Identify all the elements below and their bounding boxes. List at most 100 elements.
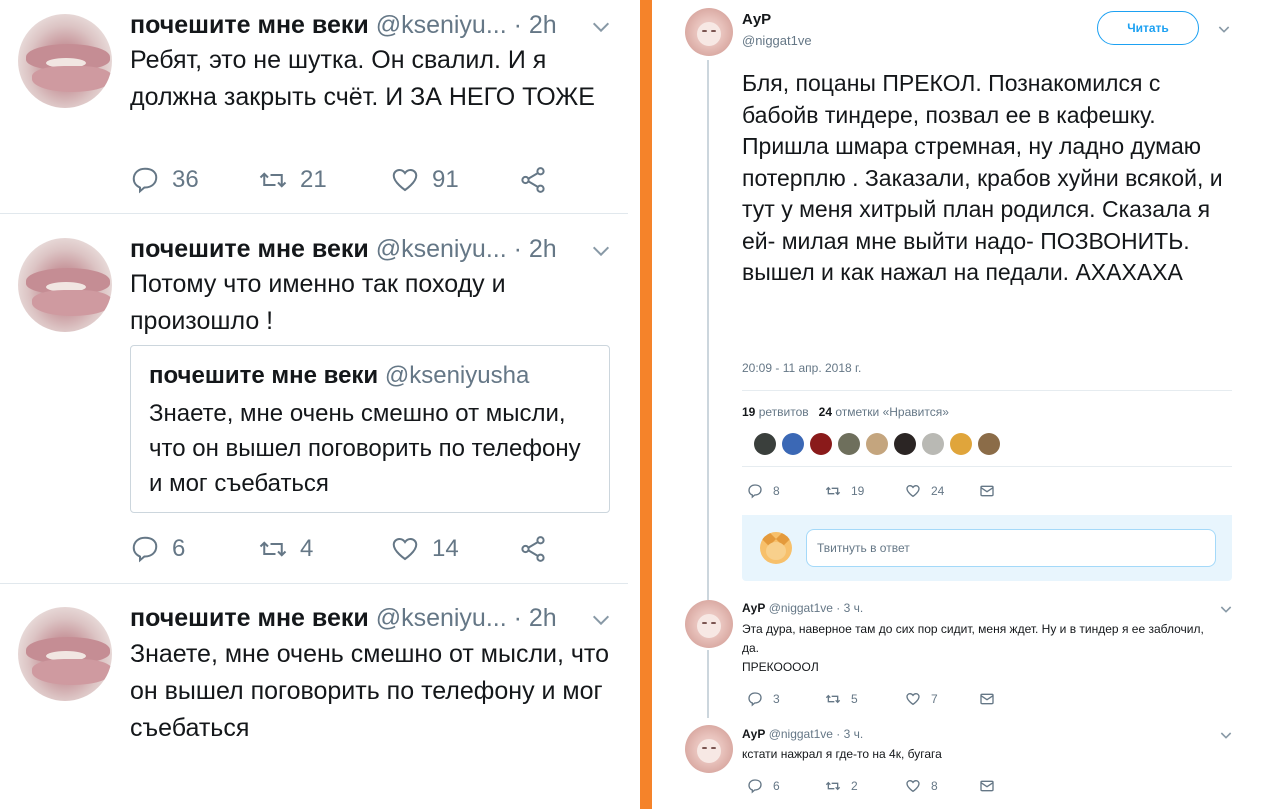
liker-avatar[interactable] <box>754 433 776 455</box>
reply-count: 6 <box>172 535 186 562</box>
share-button[interactable] <box>518 163 560 197</box>
liker-avatar[interactable] <box>922 433 944 455</box>
reply-author-name[interactable]: АуР <box>742 727 765 741</box>
author-name[interactable]: АуР <box>742 11 771 28</box>
avatar[interactable] <box>685 725 733 773</box>
reply-time[interactable]: · 3 ч. <box>836 727 863 741</box>
author-handle[interactable]: @kseniyu... <box>376 11 507 39</box>
avatar[interactable] <box>18 607 112 701</box>
thread-line <box>707 650 709 718</box>
heart-icon <box>392 537 418 561</box>
reply-author-handle[interactable]: @niggat1ve <box>769 727 833 741</box>
share-icon <box>521 167 545 193</box>
liker-avatar[interactable] <box>782 433 804 455</box>
thread-line <box>707 60 709 600</box>
tweet-actions: 36 21 91 <box>130 163 600 197</box>
author-name: АуР @niggat1ve · 3 ч. <box>742 727 863 741</box>
reply-author-handle[interactable]: @niggat1ve <box>769 601 833 615</box>
liker-avatar[interactable] <box>810 433 832 455</box>
retweet-button[interactable]: 4 <box>258 532 313 566</box>
direct-message-button[interactable] <box>979 482 1005 500</box>
like-button[interactable]: 91 <box>390 163 459 197</box>
retweet-count: 21 <box>300 166 327 193</box>
avatar[interactable] <box>18 14 112 108</box>
reply-time[interactable]: · 3 ч. <box>836 601 863 615</box>
liker-avatar[interactable] <box>838 433 860 455</box>
quote-author-name: почешите мне веки <box>149 362 379 389</box>
reply-icon <box>748 484 762 499</box>
orange-divider <box>640 0 652 809</box>
avatar[interactable] <box>18 238 112 332</box>
tweet-text: Знаете, мне очень смешно от мысли, что о… <box>130 640 610 742</box>
author-name[interactable]: почешите мне веки <box>130 604 369 632</box>
liker-avatar[interactable] <box>894 433 916 455</box>
reply-button[interactable]: 36 <box>130 163 199 197</box>
retweet-total[interactable]: 19 <box>742 405 755 419</box>
follow-button[interactable]: Читать <box>1097 11 1199 45</box>
like-total[interactable]: 24 <box>819 405 832 419</box>
heart-icon <box>906 779 920 793</box>
like-count: 8 <box>931 779 938 793</box>
like-count: 7 <box>931 692 938 706</box>
retweet-count: 2 <box>851 779 858 793</box>
direct-message-button[interactable] <box>979 777 1005 795</box>
like-count: 24 <box>931 484 945 498</box>
divider <box>0 583 628 584</box>
author-name[interactable]: почешите мне веки <box>130 11 369 39</box>
reply-text: Эта дура, наверное там до сих пор сидит,… <box>742 622 1204 655</box>
retweet-icon <box>259 541 287 557</box>
like-button[interactable]: 24 <box>905 482 944 500</box>
avatar[interactable] <box>685 600 733 648</box>
retweet-count: 4 <box>300 535 314 562</box>
chevron-down-icon[interactable] <box>1218 601 1234 622</box>
author-name: АуР @niggat1ve · 3 ч. <box>742 601 863 615</box>
reply-input[interactable]: Твитнуть в ответ <box>806 529 1216 567</box>
reply-icon <box>132 536 158 563</box>
quoted-tweet[interactable]: почешите мне веки @kseniyusha Знаете, мн… <box>130 345 610 513</box>
like-button[interactable]: 8 <box>905 777 938 795</box>
retweet-button[interactable]: 2 <box>825 777 858 795</box>
liker-avatar[interactable] <box>950 433 972 455</box>
retweet-stat-label[interactable]: ретвитов <box>759 405 809 419</box>
reply-button[interactable]: 8 <box>747 482 780 500</box>
avatar[interactable] <box>685 8 733 56</box>
retweet-button[interactable]: 5 <box>825 690 858 708</box>
direct-message-button[interactable] <box>979 690 1005 708</box>
chevron-down-icon[interactable] <box>1216 21 1232 42</box>
tweet-time[interactable]: · 2h <box>514 11 557 39</box>
like-button[interactable]: 7 <box>905 690 938 708</box>
retweet-button[interactable]: 21 <box>258 163 327 197</box>
author-handle[interactable]: @kseniyu... <box>376 604 507 632</box>
reply-count: 6 <box>773 779 780 793</box>
reply-icon <box>748 692 762 707</box>
tweet-header: почешите мне веки @kseniyu... · 2h <box>130 235 557 264</box>
envelope-icon <box>980 780 994 792</box>
author-handle[interactable]: @niggat1ve <box>742 33 812 48</box>
tweet-actions: 8 19 24 <box>747 482 1047 500</box>
reply-button[interactable]: 6 <box>130 532 185 566</box>
like-button[interactable]: 14 <box>390 532 459 566</box>
retweet-button[interactable]: 19 <box>825 482 864 500</box>
like-stat-label[interactable]: отметки «Нравится» <box>835 405 949 419</box>
liker-avatar[interactable] <box>978 433 1000 455</box>
chevron-down-icon[interactable] <box>590 16 612 38</box>
divider <box>742 390 1232 391</box>
heart-icon <box>906 484 920 498</box>
chevron-down-icon[interactable] <box>590 609 612 631</box>
share-button[interactable] <box>518 532 560 566</box>
reply-author-name[interactable]: АуР <box>742 601 765 615</box>
liker-avatar[interactable] <box>866 433 888 455</box>
chevron-down-icon[interactable] <box>590 240 612 262</box>
tweet-time[interactable]: · 2h <box>514 604 557 632</box>
right-panel: АуР @niggat1ve Читать Бля, поцаны ПРЕКОЛ… <box>652 0 1280 809</box>
retweet-count: 19 <box>851 484 865 498</box>
author-handle[interactable]: @kseniyu... <box>376 235 507 263</box>
reply-button[interactable]: 3 <box>747 690 780 708</box>
reply-actions: 3 5 7 <box>747 690 1047 708</box>
author-name[interactable]: почешите мне веки <box>130 235 369 263</box>
reply-text: кстати нажрал я где-то на 4к, бугага <box>742 747 942 761</box>
tweet-time[interactable]: · 2h <box>514 235 557 263</box>
envelope-icon <box>980 693 994 705</box>
reply-button[interactable]: 6 <box>747 777 780 795</box>
tweet-timestamp[interactable]: 20:09 - 11 апр. 2018 г. <box>742 361 861 375</box>
